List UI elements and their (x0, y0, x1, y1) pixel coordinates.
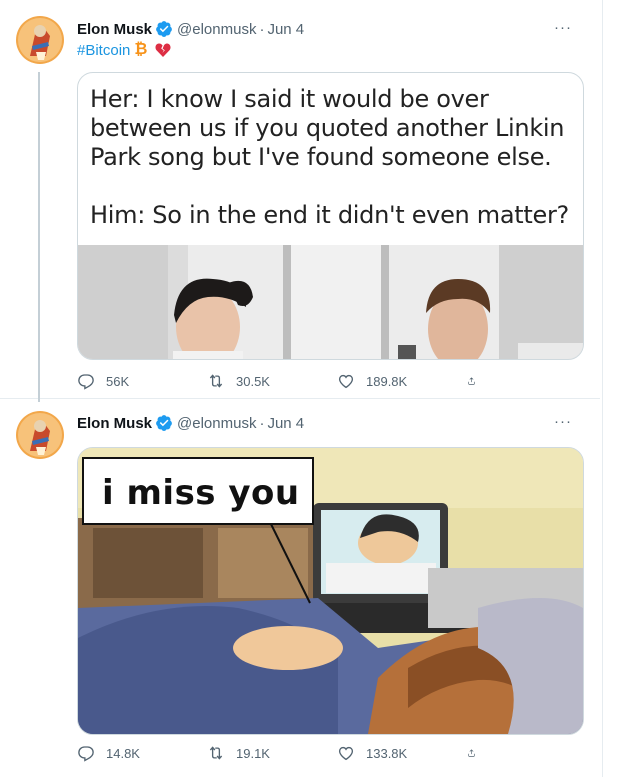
tweet-header: Elon Musk @elonmusk · Jun 4 (77, 19, 304, 39)
retweet-button[interactable]: 30.5K (207, 372, 337, 390)
verified-badge-icon (155, 414, 173, 432)
meme-photo (78, 245, 583, 359)
like-button[interactable]: 189.8K (337, 372, 467, 390)
tweet-actions: 14.8K 19.1K 133.8K (77, 743, 507, 763)
reply-button[interactable]: 14.8K (77, 744, 207, 762)
reply-button[interactable]: 56K (77, 372, 207, 390)
meme-caption: i miss you (102, 473, 300, 513)
bitcoin-emoji: ₿ (134, 41, 148, 58)
share-button[interactable] (467, 372, 487, 390)
broken-heart-emoji (155, 42, 171, 58)
author-handle[interactable]: @elonmusk (177, 415, 256, 432)
tweet-date[interactable]: Jun 4 (267, 415, 304, 432)
tweet-image[interactable]: i miss you (77, 447, 584, 735)
author-name[interactable]: Elon Musk (77, 415, 152, 432)
retweet-button[interactable]: 19.1K (207, 744, 337, 762)
hashtag-link[interactable]: #Bitcoin (77, 42, 130, 59)
verified-badge-icon (155, 20, 173, 38)
tweet-image[interactable]: Her: I know I said it would be over betw… (77, 72, 584, 360)
meme-line-him: Him: So in the end it didn't even matter… (90, 201, 569, 229)
tweet-actions: 56K 30.5K 189.8K (77, 371, 507, 391)
like-button[interactable]: 133.8K (337, 744, 467, 762)
share-button[interactable] (467, 744, 487, 762)
timeline-border (602, 0, 603, 777)
more-options-icon[interactable]: ··· (554, 19, 572, 36)
heart-icon (338, 746, 354, 761)
author-handle[interactable]: @elonmusk (177, 21, 256, 38)
thread-connector (38, 72, 40, 402)
meme-text: Her: I know I said it would be over betw… (90, 85, 571, 230)
retweet-icon (209, 746, 223, 760)
share-icon (468, 749, 475, 757)
share-icon (468, 377, 475, 385)
reply-count: 14.8K (106, 745, 140, 761)
tweet-date[interactable]: Jun 4 (267, 21, 304, 38)
tweet[interactable]: Elon Musk @elonmusk · Jun 4 ··· #Bitcoin… (0, 0, 600, 402)
retweet-icon (209, 374, 223, 388)
tweet-header: Elon Musk @elonmusk · Jun 4 (77, 413, 304, 433)
heart-icon (338, 374, 354, 389)
avatar[interactable] (16, 16, 64, 64)
speech-bubble: i miss you (82, 457, 314, 525)
reply-icon (78, 374, 94, 390)
separator: · (259, 414, 265, 432)
reply-icon (78, 746, 94, 762)
reply-count: 56K (106, 373, 130, 389)
retweet-count: 30.5K (236, 373, 270, 389)
tweet[interactable]: Elon Musk @elonmusk · Jun 4 ··· i miss y… (0, 399, 600, 777)
tweet-text: #Bitcoin ₿ (77, 41, 171, 59)
separator: · (259, 20, 265, 38)
like-count: 189.8K (366, 373, 408, 389)
avatar[interactable] (16, 411, 64, 459)
retweet-count: 19.1K (236, 745, 270, 761)
more-options-icon[interactable]: ··· (554, 413, 572, 430)
meme-line-her: Her: I know I said it would be over betw… (90, 85, 565, 171)
like-count: 133.8K (366, 745, 408, 761)
author-name[interactable]: Elon Musk (77, 21, 152, 38)
